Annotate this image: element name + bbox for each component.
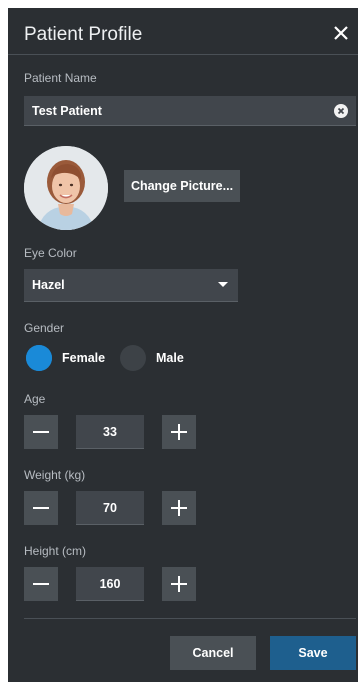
save-button[interactable]: Save <box>270 636 356 670</box>
plus-icon-stroke <box>178 500 180 516</box>
minus-icon <box>33 507 49 509</box>
age-increment-button[interactable] <box>162 415 196 449</box>
patient-avatar <box>24 146 108 230</box>
patient-name-input[interactable] <box>24 96 322 126</box>
patient-profile-dialog: Patient Profile Patient Name Test Patien… <box>8 8 358 682</box>
gender-option-label: Female <box>62 351 106 365</box>
cancel-button[interactable]: Cancel <box>170 636 256 670</box>
clear-circle-icon[interactable] <box>334 104 348 118</box>
plus-icon-stroke <box>178 424 180 440</box>
eye-color-select[interactable]: Hazel <box>24 269 238 302</box>
gender-label: Gender <box>24 321 65 335</box>
eye-color-label: Eye Color <box>24 246 77 260</box>
age-value[interactable]: 33 <box>76 415 144 449</box>
eye-color-value: Hazel <box>32 278 65 292</box>
age-decrement-button[interactable] <box>24 415 58 449</box>
gender-option-label: Male <box>156 351 184 365</box>
footer-divider <box>24 618 356 619</box>
change-picture-button[interactable]: Change Picture... <box>124 170 240 202</box>
minus-icon <box>33 431 49 433</box>
height-value[interactable]: 160 <box>76 567 144 601</box>
gender-radio-female[interactable]: Female <box>26 345 108 371</box>
weight-label: Weight (kg) <box>24 468 86 482</box>
height-increment-button[interactable] <box>162 567 196 601</box>
radio-selected-icon <box>26 345 52 371</box>
plus-icon-stroke <box>178 576 180 592</box>
height-decrement-button[interactable] <box>24 567 58 601</box>
patient-name-field <box>24 96 356 126</box>
close-icon[interactable] <box>330 22 352 44</box>
weight-increment-button[interactable] <box>162 491 196 525</box>
radio-unselected-icon <box>120 345 146 371</box>
age-label: Age <box>24 392 46 406</box>
minus-icon <box>33 583 49 585</box>
patient-name-label: Patient Name <box>24 71 97 85</box>
dialog-title: Patient Profile <box>24 24 143 45</box>
caret-down-icon <box>218 282 228 287</box>
height-label: Height (cm) <box>24 544 87 558</box>
weight-value[interactable]: 70 <box>76 491 144 525</box>
gender-radio-male[interactable]: Male <box>120 345 190 371</box>
weight-decrement-button[interactable] <box>24 491 58 525</box>
dialog-header: Patient Profile <box>8 8 358 55</box>
